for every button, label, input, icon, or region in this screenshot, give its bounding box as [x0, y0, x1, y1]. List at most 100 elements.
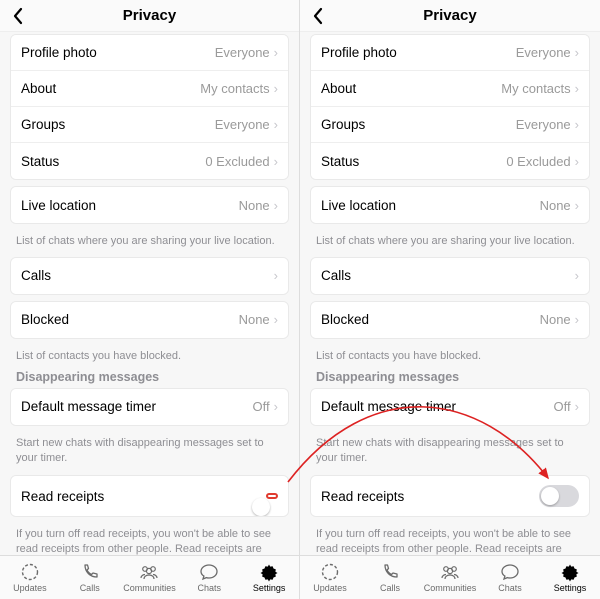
row-about[interactable]: About My contacts › [11, 71, 288, 107]
row-label: Blocked [21, 312, 239, 327]
tab-settings[interactable]: Settings [540, 556, 600, 599]
row-value: My contacts [501, 81, 570, 96]
tab-label: Calls [380, 583, 400, 593]
row-value: None [239, 198, 270, 213]
row-status[interactable]: Status 0 Excluded › [311, 143, 589, 179]
row-label: Profile photo [321, 45, 516, 60]
tab-chats[interactable]: Chats [179, 556, 239, 599]
row-value: Off [253, 399, 270, 414]
back-button[interactable] [6, 0, 30, 31]
chevron-left-icon [312, 7, 324, 25]
tab-communities[interactable]: Communities [420, 556, 480, 599]
row-read-receipts[interactable]: Read receipts [11, 476, 288, 516]
tab-label: Settings [253, 583, 286, 593]
section-disappearing: Disappearing messages [0, 366, 299, 384]
content: Profile photo Everyone › About My contac… [0, 32, 299, 599]
tab-label: Settings [554, 583, 587, 593]
row-value: Everyone [516, 45, 571, 60]
communities-icon [138, 562, 160, 582]
tab-settings[interactable]: Settings [239, 556, 299, 599]
read-receipts-toggle[interactable] [539, 485, 579, 507]
chevron-right-icon: › [575, 198, 579, 213]
row-value: 0 Excluded [506, 154, 570, 169]
row-label: Default message timer [21, 399, 253, 414]
tab-chats[interactable]: Chats [480, 556, 540, 599]
chevron-right-icon: › [575, 81, 579, 96]
row-live-location[interactable]: Live location None › [311, 187, 589, 223]
chevron-right-icon: › [274, 268, 278, 283]
row-about[interactable]: About My contacts › [311, 71, 589, 107]
footnote-blocked: List of contacts you have blocked. [300, 345, 600, 366]
page-title: Privacy [123, 7, 176, 24]
tab-label: Communities [424, 583, 477, 593]
row-default-timer[interactable]: Default message timer Off › [311, 389, 589, 425]
row-blocked[interactable]: Blocked None › [311, 302, 589, 338]
pane-after: Privacy Profile photo Everyone › About M… [300, 0, 600, 599]
calls-icon [80, 562, 100, 582]
chevron-left-icon [12, 7, 24, 25]
row-profile-photo[interactable]: Profile photo Everyone › [311, 35, 589, 71]
row-read-receipts[interactable]: Read receipts [311, 476, 589, 516]
chevron-right-icon: › [274, 198, 278, 213]
row-status[interactable]: Status 0 Excluded › [11, 143, 288, 179]
row-value: None [540, 198, 571, 213]
row-label: Default message timer [321, 399, 554, 414]
row-label: Calls [321, 268, 571, 283]
tab-bar: Updates Calls Communities Chats Settings [300, 555, 600, 599]
tab-bar: Updates Calls Communities Chats Settings [0, 555, 299, 599]
chevron-right-icon: › [575, 268, 579, 283]
tab-calls[interactable]: Calls [60, 556, 120, 599]
row-value: Off [554, 399, 571, 414]
settings-icon [560, 562, 580, 582]
footnote-blocked: List of contacts you have blocked. [0, 345, 299, 366]
highlight-box [266, 493, 278, 499]
row-label: Groups [321, 117, 516, 132]
row-label: About [21, 81, 200, 96]
row-label: Live location [321, 198, 540, 213]
row-blocked[interactable]: Blocked None › [11, 302, 288, 338]
calls-icon [380, 562, 400, 582]
tab-updates[interactable]: Updates [0, 556, 60, 599]
tab-label: Updates [313, 583, 347, 593]
chats-icon [500, 562, 520, 582]
page-title: Privacy [423, 7, 476, 24]
footnote-disappearing: Start new chats with disappearing messag… [0, 432, 299, 468]
tab-updates[interactable]: Updates [300, 556, 360, 599]
row-value: None [239, 312, 270, 327]
row-label: Profile photo [21, 45, 215, 60]
row-label: Live location [21, 198, 239, 213]
row-value: 0 Excluded [205, 154, 269, 169]
row-calls[interactable]: Calls › [311, 258, 589, 294]
tab-calls[interactable]: Calls [360, 556, 420, 599]
row-label: Blocked [321, 312, 540, 327]
pane-before: Privacy Profile photo Everyone › About M… [0, 0, 300, 599]
row-label: Status [321, 154, 506, 169]
row-groups[interactable]: Groups Everyone › [11, 107, 288, 143]
chevron-right-icon: › [274, 45, 278, 60]
chevron-right-icon: › [575, 154, 579, 169]
section-disappearing: Disappearing messages [300, 366, 600, 384]
row-groups[interactable]: Groups Everyone › [311, 107, 589, 143]
row-value: My contacts [200, 81, 269, 96]
chevron-right-icon: › [274, 154, 278, 169]
tab-label: Chats [498, 583, 522, 593]
row-calls[interactable]: Calls › [11, 258, 288, 294]
tab-communities[interactable]: Communities [120, 556, 180, 599]
footnote-live-location: List of chats where you are sharing your… [300, 230, 600, 251]
footnote-live-location: List of chats where you are sharing your… [0, 230, 299, 251]
row-live-location[interactable]: Live location None › [11, 187, 288, 223]
chevron-right-icon: › [274, 81, 278, 96]
row-value: Everyone [215, 45, 270, 60]
tab-label: Calls [80, 583, 100, 593]
tab-label: Communities [123, 583, 176, 593]
row-label: Calls [21, 268, 270, 283]
row-profile-photo[interactable]: Profile photo Everyone › [11, 35, 288, 71]
settings-icon [259, 562, 279, 582]
updates-icon [20, 562, 40, 582]
row-default-timer[interactable]: Default message timer Off › [11, 389, 288, 425]
back-button[interactable] [306, 0, 330, 31]
chevron-right-icon: › [575, 399, 579, 414]
chats-icon [199, 562, 219, 582]
chevron-right-icon: › [575, 117, 579, 132]
header: Privacy [300, 0, 600, 32]
